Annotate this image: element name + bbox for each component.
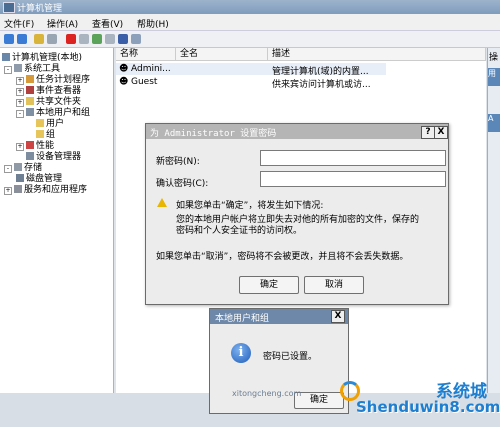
new-password-label: 新密码(N): xyxy=(156,157,200,167)
navigation-tree: 计算机管理(本地) - 系统工具 + 任务计划程序 + 事件查看器 + 共享文件夹 -本… xyxy=(0,48,114,393)
user-icon: ☻ xyxy=(119,77,129,87)
refresh-icon[interactable] xyxy=(92,34,102,44)
row-description: 供来宾访问计算机或访... xyxy=(272,80,371,90)
properties-icon[interactable] xyxy=(79,34,89,44)
table-row[interactable]: ☻ Admini... 管理计算机(域)的内置... xyxy=(116,63,386,77)
confirm-password-field[interactable] xyxy=(260,171,446,187)
window-title: 计算机管理 xyxy=(17,4,63,14)
watermark-site: Shenduwin8.com xyxy=(356,398,500,416)
event-icon xyxy=(26,86,34,94)
expand-icon[interactable]: + xyxy=(4,187,12,195)
toolbar xyxy=(0,31,500,48)
set-password-dialog: 为 Administrator 设置密码 ? X 新密码(N): 确认密码(C)… xyxy=(145,123,449,305)
export-list-icon[interactable] xyxy=(105,34,115,44)
users-groups-icon xyxy=(26,108,34,116)
menu-help[interactable]: 帮助(H) xyxy=(137,17,169,30)
close-button[interactable]: X xyxy=(434,126,448,139)
help-icon[interactable] xyxy=(118,34,128,44)
actions-item-admin[interactable]: A xyxy=(488,114,500,132)
disk-icon xyxy=(16,174,24,182)
delete-icon[interactable] xyxy=(66,34,76,44)
back-icon[interactable] xyxy=(4,34,14,44)
show-hide-tree-icon[interactable] xyxy=(47,34,57,44)
clock-icon xyxy=(26,75,34,83)
storage-icon xyxy=(14,163,22,171)
actions-item-users[interactable]: 用 xyxy=(488,68,500,86)
collapse-icon[interactable]: - xyxy=(4,165,12,173)
table-row[interactable]: ☻ Guest 供来宾访问计算机或访... xyxy=(116,76,386,90)
user-icon: ☻ xyxy=(119,64,129,74)
services-icon xyxy=(14,185,22,193)
warning-icon xyxy=(157,198,167,207)
ok-button[interactable]: 确定 xyxy=(294,392,344,409)
column-header-name[interactable]: 名称 xyxy=(116,48,176,61)
set-password-dialog-titlebar: 为 Administrator 设置密码 ? X xyxy=(146,124,448,139)
info-icon: i xyxy=(231,343,251,363)
row-name: Admini... xyxy=(131,64,171,74)
cancel-button[interactable]: 取消 xyxy=(304,276,364,294)
warning-text-line1: 如果您单击“确定”，将发生如下情况: xyxy=(176,201,324,211)
cancel-note: 如果您单击“取消”，密码将不会被更改，并且将不会丢失数据。 xyxy=(156,252,409,262)
message-dialog: 本地用户和组 X i 密码已设置。 确定 xyxy=(209,308,349,414)
watermark-swirl-icon xyxy=(340,381,360,401)
performance-icon xyxy=(26,141,34,149)
view-icon[interactable] xyxy=(131,34,141,44)
warning-text-line3: 密码和个人安全证书的访问权。 xyxy=(176,226,303,236)
help-button[interactable]: ? xyxy=(421,126,435,139)
message-dialog-titlebar: 本地用户和组 X xyxy=(210,309,348,324)
menu-file[interactable]: 文件(F) xyxy=(4,17,34,30)
message-text: 密码已设置。 xyxy=(263,352,318,362)
title-bar: 计算机管理 xyxy=(0,0,500,14)
folder-icon xyxy=(36,130,44,138)
shared-folder-icon xyxy=(26,97,34,105)
up-folder-icon[interactable] xyxy=(34,34,44,44)
message-dialog-title: 本地用户和组 xyxy=(215,314,270,324)
device-manager-icon xyxy=(26,152,34,160)
computer-management-icon xyxy=(3,2,15,13)
expand-icon[interactable]: + xyxy=(16,143,24,151)
tree-services-apps[interactable]: + 服务和应用程序 xyxy=(4,182,87,195)
menu-action[interactable]: 操作(A) xyxy=(47,17,78,30)
collapse-icon[interactable]: - xyxy=(4,66,12,74)
close-button[interactable]: X xyxy=(331,310,345,323)
column-header-fullname[interactable]: 全名 xyxy=(176,48,268,61)
ok-button[interactable]: 确定 xyxy=(239,276,299,294)
collapse-icon[interactable]: - xyxy=(16,110,24,118)
menu-view[interactable]: 查看(V) xyxy=(92,17,123,30)
row-name: Guest xyxy=(131,77,158,87)
folder-icon xyxy=(36,119,44,127)
new-password-field[interactable] xyxy=(260,150,446,166)
tools-icon xyxy=(14,64,22,72)
actions-header: 操 xyxy=(489,53,499,63)
actions-pane: 操 用 A xyxy=(487,48,500,393)
computer-icon xyxy=(2,53,10,61)
set-password-dialog-title: 为 Administrator 设置密码 xyxy=(150,129,277,139)
column-header-description[interactable]: 描述 xyxy=(268,48,486,61)
menu-bar: 文件(F) 操作(A) 查看(V) 帮助(H) xyxy=(0,14,500,31)
forward-icon[interactable] xyxy=(17,34,27,44)
confirm-password-label: 确认密码(C): xyxy=(156,179,209,189)
watermark-subsite: xitongcheng.com xyxy=(232,389,302,398)
